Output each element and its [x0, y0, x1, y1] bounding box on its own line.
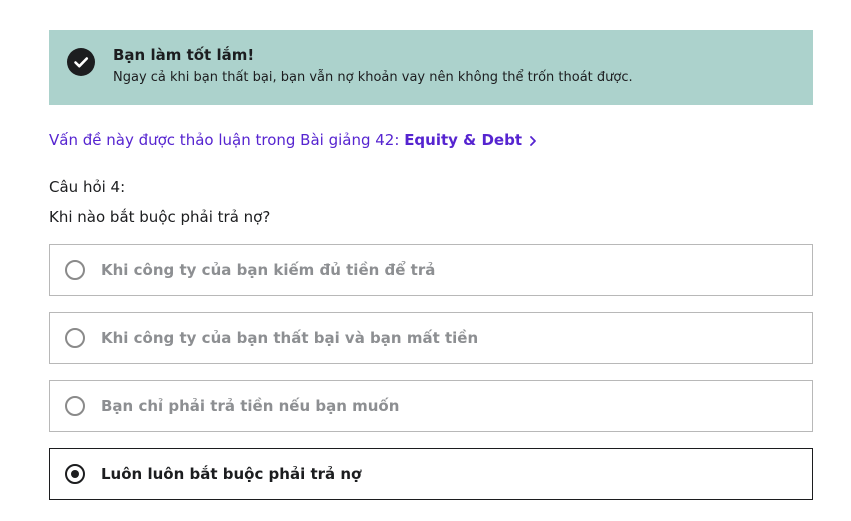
answer-option-label: Khi công ty của bạn thất bại và bạn mất …: [101, 329, 479, 347]
radio-button[interactable]: [65, 328, 85, 348]
answer-option-2[interactable]: Khi công ty của bạn thất bại và bạn mất …: [49, 312, 813, 364]
answer-option-4[interactable]: Luôn luôn bắt buộc phải trả nợ: [49, 448, 813, 500]
lecture-link-prefix: Vấn đề này được thảo luận trong Bài giản…: [49, 131, 405, 149]
answer-option-label: Bạn chỉ phải trả tiền nếu bạn muốn: [101, 397, 400, 415]
radio-dot: [71, 470, 79, 478]
question-number: Câu hỏi 4:: [49, 178, 126, 196]
answer-option-3[interactable]: Bạn chỉ phải trả tiền nếu bạn muốn: [49, 380, 813, 432]
answer-option-1[interactable]: Khi công ty của bạn kiếm đủ tiền để trả: [49, 244, 813, 296]
chevron-right-icon: [530, 136, 536, 146]
check-circle-icon: [67, 48, 95, 76]
radio-button[interactable]: [65, 260, 85, 280]
answer-option-label: Luôn luôn bắt buộc phải trả nợ: [101, 465, 362, 483]
radio-button[interactable]: [65, 396, 85, 416]
feedback-message: Ngay cả khi bạn thất bại, bạn vẫn nợ kho…: [113, 70, 633, 85]
feedback-title: Bạn làm tốt lắm!: [113, 46, 255, 64]
lecture-link-title: Equity & Debt: [404, 131, 522, 149]
lecture-link[interactable]: Vấn đề này được thảo luận trong Bài giản…: [49, 131, 538, 149]
radio-button-selected[interactable]: [65, 464, 85, 484]
answer-option-label: Khi công ty của bạn kiếm đủ tiền để trả: [101, 261, 436, 279]
question-text: Khi nào bắt buộc phải trả nợ?: [49, 208, 271, 226]
feedback-banner: Bạn làm tốt lắm! Ngay cả khi bạn thất bạ…: [49, 30, 813, 105]
